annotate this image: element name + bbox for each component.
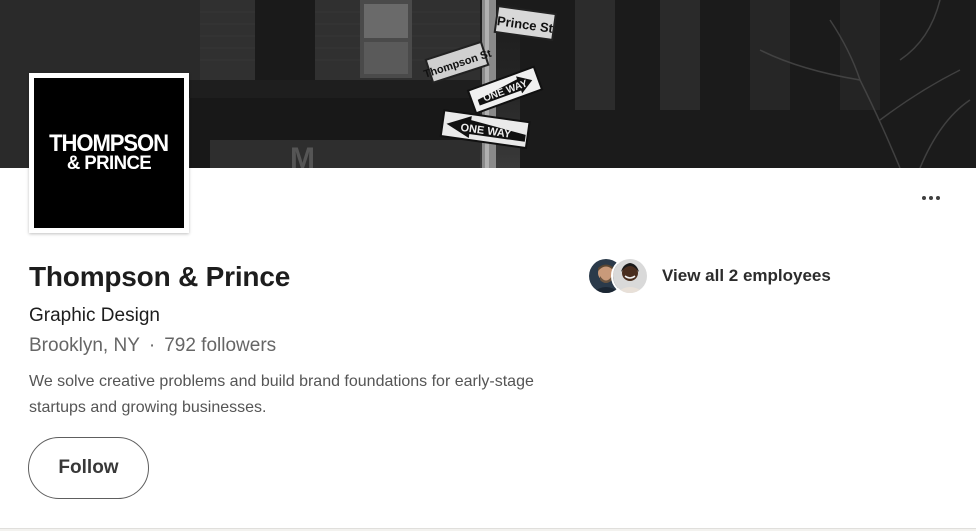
more-horizontal-icon <box>921 196 942 200</box>
company-location: Brooklyn, NY <box>29 335 140 356</box>
logo-wordmark-line2: & PRINCE <box>66 152 152 174</box>
logo-mark: THOMPSON & PRINCE <box>34 78 184 228</box>
meta-separator: · <box>148 335 156 356</box>
company-industry: Graphic Design <box>29 305 160 326</box>
logo-wordmark-line1: THOMPSON <box>49 129 170 157</box>
follow-button[interactable]: Follow <box>28 437 149 499</box>
more-options-button[interactable] <box>910 182 952 214</box>
company-logo[interactable]: THOMPSON & PRINCE <box>29 73 189 233</box>
company-tagline: We solve creative problems and build bra… <box>29 373 534 416</box>
company-name: Thompson & Prince <box>29 261 291 292</box>
company-meta: Brooklyn, NY · 792 followers <box>29 335 276 357</box>
company-profile-card: M Prince St Thompson St ONE WAY ONE WAY … <box>0 0 976 529</box>
view-employees-label: View all 2 employees <box>662 266 831 285</box>
view-employees-link[interactable]: View all 2 employees <box>587 256 831 296</box>
svg-text:M: M <box>290 142 315 168</box>
followers-count: 792 followers <box>164 335 277 356</box>
employee-avatar-2 <box>611 257 649 295</box>
